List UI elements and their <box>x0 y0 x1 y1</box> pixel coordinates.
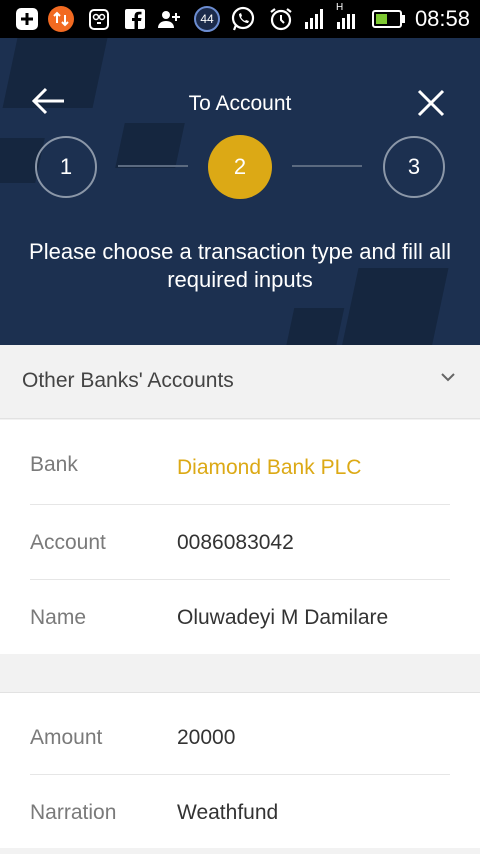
name-row: Name Oluwadeyi M Damilare <box>30 580 450 654</box>
add-icon <box>14 6 40 32</box>
facebook-icon <box>122 6 148 32</box>
amount-value: 20000 <box>177 726 236 749</box>
bank-row[interactable]: Bank Diamond Bank PLC <box>30 420 450 505</box>
header-decoration <box>285 308 345 345</box>
account-row[interactable]: Account 0086083042 <box>30 505 450 580</box>
status-bar: 44 H 08:58 <box>0 0 480 38</box>
alarm-icon <box>268 6 294 32</box>
transaction-type-value: Other Banks' Accounts <box>22 369 234 392</box>
bank-value: Diamond Bank PLC <box>177 456 362 479</box>
step-connector <box>292 165 362 167</box>
step-connector <box>118 165 188 167</box>
step-2-active: 2 <box>208 135 272 199</box>
person-add-icon <box>156 6 182 32</box>
narration-label: Narration <box>30 801 117 824</box>
signal-type-label: H <box>336 2 344 13</box>
owl-icon <box>86 6 112 32</box>
amount-label: Amount <box>30 726 103 749</box>
notification-count: 44 <box>200 12 214 26</box>
account-value: 0086083042 <box>177 531 294 554</box>
step-3: 3 <box>383 136 445 198</box>
account-label: Account <box>30 531 106 554</box>
signal-icon <box>302 6 328 32</box>
notification-count-badge: 44 <box>192 6 222 32</box>
transfer-details-card: Amount 20000 Narration Weathfund <box>0 692 480 848</box>
transfer-app-icon <box>48 6 74 32</box>
narration-value: Weathfund <box>177 801 279 824</box>
transaction-type-select[interactable]: Other Banks' Accounts <box>0 345 480 419</box>
name-label: Name <box>30 606 87 629</box>
name-value: Oluwadeyi M Damilare <box>177 606 389 629</box>
instruction-text: Please choose a transaction type and fil… <box>29 239 451 292</box>
header: To Account 1 2 3 Please choose a transac… <box>0 38 480 345</box>
battery-icon <box>372 6 406 32</box>
whatsapp-icon <box>230 6 256 32</box>
chevron-down-icon <box>441 373 455 382</box>
close-icon <box>417 89 445 117</box>
header-decoration <box>115 123 185 168</box>
amount-row[interactable]: Amount 20000 <box>30 693 450 775</box>
page-title: To Account <box>188 92 292 115</box>
clock: 08:58 <box>414 6 470 31</box>
step-1: 1 <box>35 136 97 198</box>
close-button[interactable] <box>416 88 450 122</box>
signal-h-icon: H <box>334 2 360 32</box>
account-details-card: Bank Diamond Bank PLC Account 0086083042… <box>0 420 480 654</box>
narration-row[interactable]: Narration Weathfund <box>30 775 450 849</box>
bank-label: Bank <box>30 453 78 476</box>
